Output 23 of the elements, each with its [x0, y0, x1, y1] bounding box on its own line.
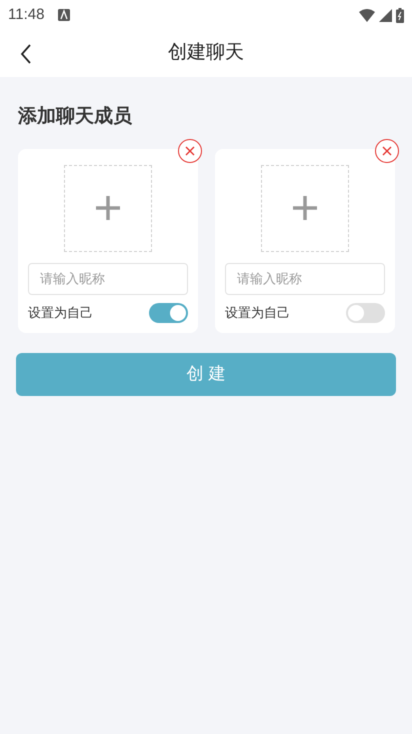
- nickname-field[interactable]: 请输入昵称: [225, 262, 385, 294]
- status-time: 11:48: [8, 4, 44, 25]
- close-icon: [185, 146, 195, 156]
- battery-icon: [396, 8, 404, 22]
- remove-button[interactable]: [375, 138, 399, 162]
- toggle-switch[interactable]: [149, 302, 188, 322]
- toggle-switch[interactable]: [346, 302, 385, 322]
- avatar-upload[interactable]: [261, 164, 349, 252]
- set-self-label: 设置为自己: [225, 304, 290, 322]
- avatar-upload[interactable]: [64, 164, 152, 252]
- signal-icon: [379, 8, 392, 22]
- nickname-field[interactable]: 请输入昵称: [28, 262, 188, 294]
- plus-icon: [292, 195, 318, 221]
- page-title: 创建聊天: [168, 41, 244, 66]
- notification-icon: [58, 9, 70, 21]
- remove-button[interactable]: [178, 138, 202, 162]
- back-icon: [20, 44, 32, 64]
- set-self-label: 设置为自己: [28, 304, 93, 322]
- create-button[interactable]: 创 建: [16, 352, 396, 396]
- close-icon: [382, 146, 392, 156]
- section-title: 添加聊天成员: [18, 105, 133, 129]
- plus-icon: [95, 195, 121, 221]
- wifi-icon: [359, 8, 375, 22]
